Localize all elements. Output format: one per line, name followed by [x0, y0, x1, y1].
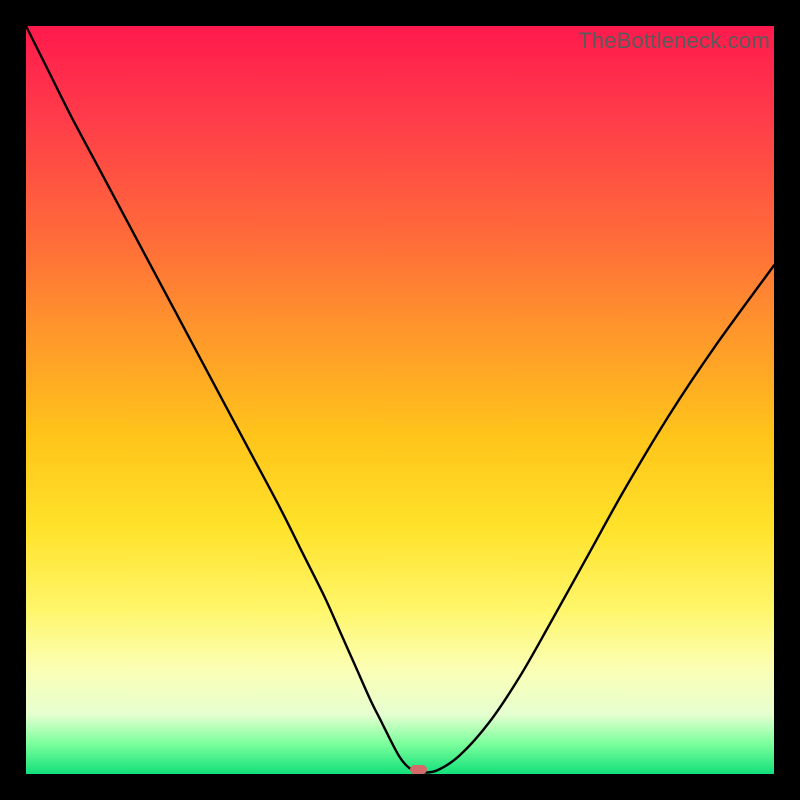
min-marker: [410, 765, 426, 775]
chart-frame: TheBottleneck.com: [0, 0, 800, 800]
plot-area: [26, 26, 774, 774]
watermark-text: TheBottleneck.com: [578, 28, 770, 54]
